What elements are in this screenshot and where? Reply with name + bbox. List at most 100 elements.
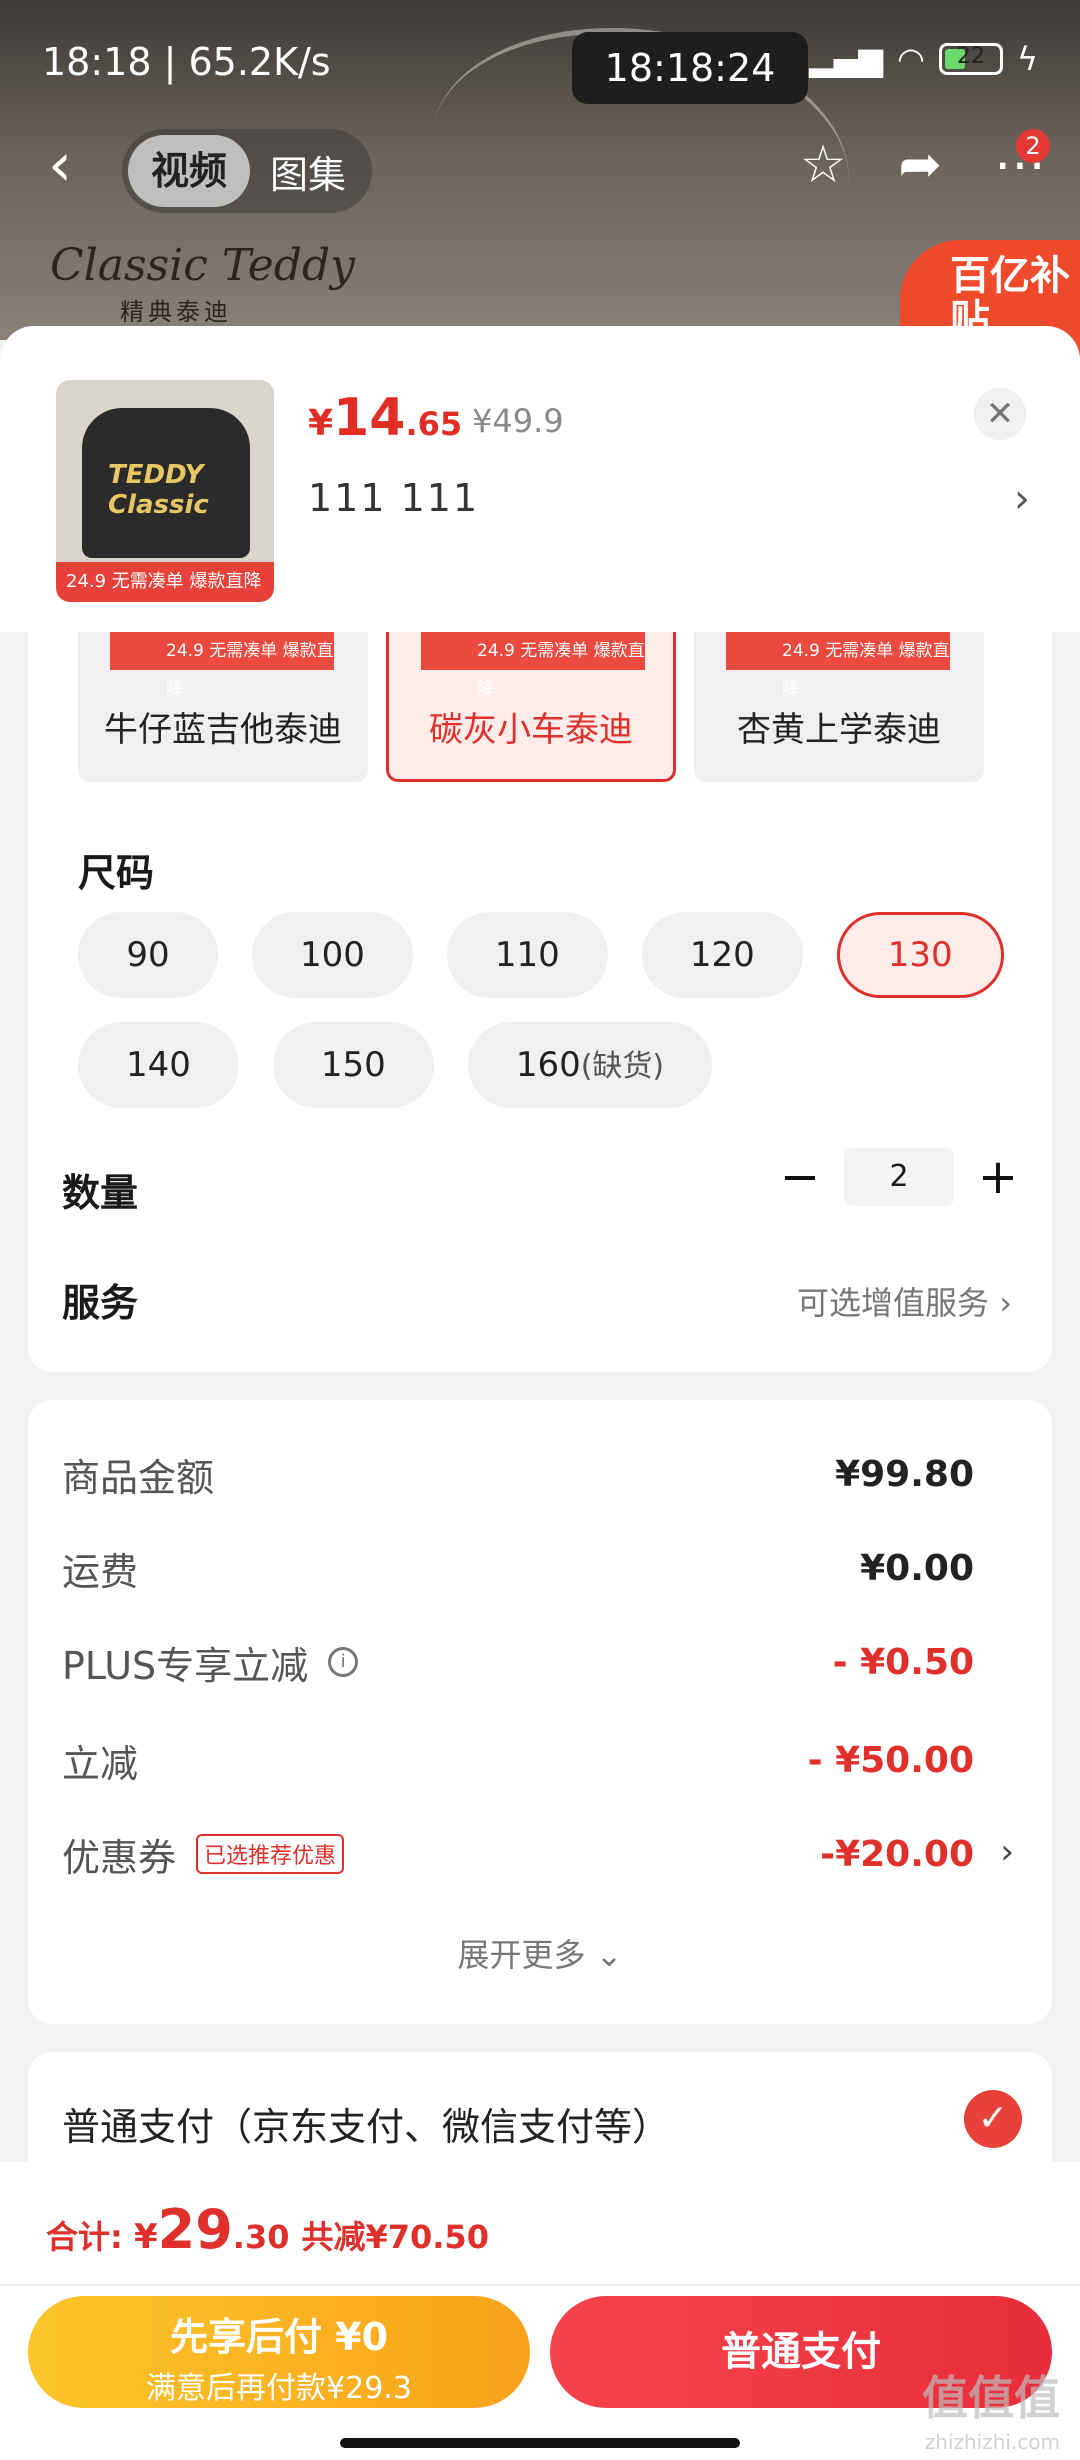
watermark: 值值值 zhizhizhi.com xyxy=(922,2371,1060,2460)
size-option-out-of-stock[interactable]: 160(缺货) xyxy=(467,1022,713,1108)
spec-card: 24.9 无需凑单 爆款直降 牛仔蓝吉他泰迪 24.9 无需凑单 爆款直降 碳灰… xyxy=(28,632,1052,1372)
expand-more-button[interactable]: 展开更多 ⌄ xyxy=(28,1930,1052,1976)
watermark-sub: zhizhizhi.com xyxy=(924,2430,1060,2454)
coupon-label-group: 优惠券 已选推荐优惠 xyxy=(62,1827,345,1882)
top-nav: ‹ 视频 图集 ☆ ➦ ⋯ 2 xyxy=(0,125,1080,215)
battery-icon: 22 xyxy=(938,43,1003,75)
plus-discount-label-group: PLUS专享立减 i xyxy=(62,1635,359,1690)
total-label: 合计: xyxy=(46,2218,134,2256)
size-options: 90 100 110 120 130 140 150 160(缺货) xyxy=(78,912,1018,1132)
size-row: 90 100 110 120 130 xyxy=(78,912,1018,998)
tab-video[interactable]: 视频 xyxy=(128,135,250,207)
wifi-icon: ◠ xyxy=(896,40,925,78)
size-option-selected[interactable]: 130 xyxy=(836,912,1004,998)
watermark-main: 值值值 xyxy=(922,2371,1060,2425)
color-option-tag: 24.9 无需凑单 爆款直降 xyxy=(726,632,950,699)
color-option-label: 杏黄上学泰迪 xyxy=(737,710,941,750)
chevron-right-icon[interactable]: › xyxy=(1014,476,1030,522)
quantity-label: 数量 xyxy=(62,1171,139,1215)
coupon-recommended-tag: 已选推荐优惠 xyxy=(196,1834,345,1874)
color-option-tag: 24.9 无需凑单 爆款直降 xyxy=(421,632,645,699)
battery-level: 22 xyxy=(956,44,985,69)
notification-badge: 2 xyxy=(1016,129,1050,163)
out-of-stock-label: (缺货) xyxy=(580,1049,665,1084)
back-icon[interactable]: ‹ xyxy=(48,135,72,195)
shipping-value: ¥0.00 xyxy=(860,1547,974,1589)
price-summary-card: 商品金额 ¥99.80 运费 ¥0.00 PLUS专享立减 i - ¥0.50 立… xyxy=(28,1400,1052,2024)
signal-icon: ▂▄▆ xyxy=(809,40,883,78)
selected-spec-summary: 111 111 xyxy=(308,476,480,520)
color-option-tag: 24.9 无需凑单 爆款直降 xyxy=(110,632,334,699)
pay-later-title: 先享后付 ¥0 xyxy=(169,2315,389,2359)
goods-amount-value: ¥99.80 xyxy=(835,1453,974,1495)
size-title: 尺码 xyxy=(78,851,155,895)
service-selector[interactable]: 可选增值服务 › xyxy=(797,1278,1012,1324)
quantity-plus-button[interactable]: + xyxy=(976,1149,1020,1205)
size-value: 160 xyxy=(515,1045,581,1085)
total-decimal: .30 xyxy=(232,2218,290,2256)
size-row: 140 150 160(缺货) xyxy=(78,1022,1018,1108)
charging-icon: ϟ xyxy=(1016,40,1038,78)
tab-gallery[interactable]: 图集 xyxy=(250,144,366,199)
checkout-bar: 合计: ¥29.30 共减¥70.50 先享后付 ¥0 满意后再付款¥29.3 普… xyxy=(0,2162,1080,2460)
color-option-selected[interactable]: 24.9 无需凑单 爆款直降 碳灰小车泰迪 xyxy=(386,632,676,782)
brand-logo-cn: 精典泰迪 xyxy=(120,298,232,326)
product-price: ¥14.65 xyxy=(308,388,462,448)
checkmark-icon[interactable]: ✓ xyxy=(964,2090,1022,2148)
shirt-print-text: TEDDY Classic xyxy=(108,460,209,520)
share-icon[interactable]: ➦ xyxy=(898,135,942,195)
size-option[interactable]: 150 xyxy=(272,1022,434,1108)
instant-discount-value: - ¥50.00 xyxy=(807,1739,974,1781)
status-bar: 18:18 | 65.2K/s 18:18:24 ▂▄▆ ◠ 22 ϟ xyxy=(42,32,1038,104)
size-option[interactable]: 140 xyxy=(78,1022,239,1108)
chevron-right-icon: › xyxy=(999,1284,1012,1322)
size-option[interactable]: 110 xyxy=(446,912,608,998)
total-amount: 合计: ¥29.30 共减¥70.50 xyxy=(46,2198,489,2261)
service-value: 可选增值服务 xyxy=(797,1284,990,1322)
goods-amount-label: 商品金额 xyxy=(62,1455,215,1500)
shipping-row: 运费 ¥0.00 xyxy=(62,1538,974,1598)
color-options: 24.9 无需凑单 爆款直降 牛仔蓝吉他泰迪 24.9 无需凑单 爆款直降 碳灰… xyxy=(78,632,984,792)
original-price: ¥49.9 xyxy=(472,402,564,440)
size-option[interactable]: 90 xyxy=(78,912,218,998)
coupon-label: 优惠券 xyxy=(62,1835,177,1880)
brand-logo: Classic Teddy xyxy=(50,240,355,291)
status-time-speed: 18:18 | 65.2K/s xyxy=(42,40,331,84)
product-header: TEDDY Classic 24.9 无需凑单 爆款直降 ¥14.65 ¥49.… xyxy=(0,326,1080,632)
thumbnail-price-band: 24.9 无需凑单 爆款直降 xyxy=(56,562,274,602)
plus-discount-value: - ¥0.50 xyxy=(832,1641,974,1683)
instant-discount-row: 立减 - ¥50.00 xyxy=(62,1730,974,1790)
size-option[interactable]: 100 xyxy=(252,912,413,998)
color-option-label: 牛仔蓝吉他泰迪 xyxy=(104,710,342,750)
quantity-input[interactable]: 2 xyxy=(844,1148,954,1206)
coupon-value: -¥20.00 xyxy=(820,1833,974,1875)
info-icon[interactable]: i xyxy=(328,1647,359,1677)
divider xyxy=(0,2284,1080,2286)
shipping-label: 运费 xyxy=(62,1549,139,1594)
instant-discount-label: 立减 xyxy=(62,1741,139,1786)
color-option[interactable]: 24.9 无需凑单 爆款直降 牛仔蓝吉他泰迪 xyxy=(78,632,368,782)
product-thumbnail[interactable]: TEDDY Classic 24.9 无需凑单 爆款直降 xyxy=(56,380,274,602)
price-currency: ¥ xyxy=(308,403,334,444)
total-currency: ¥ xyxy=(133,2217,158,2257)
plus-discount-label: PLUS专享立减 xyxy=(62,1643,309,1688)
pay-later-button[interactable]: 先享后付 ¥0 满意后再付款¥29.3 xyxy=(28,2296,530,2408)
status-icons: ▂▄▆ ◠ 22 ϟ xyxy=(809,40,1038,78)
close-icon[interactable]: ✕ xyxy=(974,388,1026,440)
size-option[interactable]: 120 xyxy=(641,912,803,998)
price-decimal: .65 xyxy=(405,405,463,443)
payment-method-label[interactable]: 普通支付（京东支付、微信支付等） xyxy=(62,2096,670,2151)
spec-selection-sheet: TEDDY Classic 24.9 无需凑单 爆款直降 ¥14.65 ¥49.… xyxy=(0,326,1080,2460)
plus-discount-row: PLUS专享立减 i - ¥0.50 xyxy=(62,1632,974,1692)
total-integer: 29 xyxy=(157,2198,233,2261)
quantity-minus-button[interactable]: − xyxy=(778,1149,822,1205)
coupon-row[interactable]: 优惠券 已选推荐优惠 -¥20.00 xyxy=(62,1824,974,1884)
chevron-right-icon[interactable]: › xyxy=(1000,1832,1014,1872)
color-option[interactable]: 24.9 无需凑单 爆款直降 杏黄上学泰迪 xyxy=(694,632,984,782)
media-tab-switch: 视频 图集 xyxy=(122,129,372,213)
color-option-label: 碳灰小车泰迪 xyxy=(429,710,633,750)
status-clock: 18:18:24 xyxy=(572,32,808,104)
home-indicator[interactable] xyxy=(340,2438,740,2448)
favorite-star-icon[interactable]: ☆ xyxy=(800,135,847,195)
quantity-stepper: − 2 + xyxy=(778,1148,1020,1206)
